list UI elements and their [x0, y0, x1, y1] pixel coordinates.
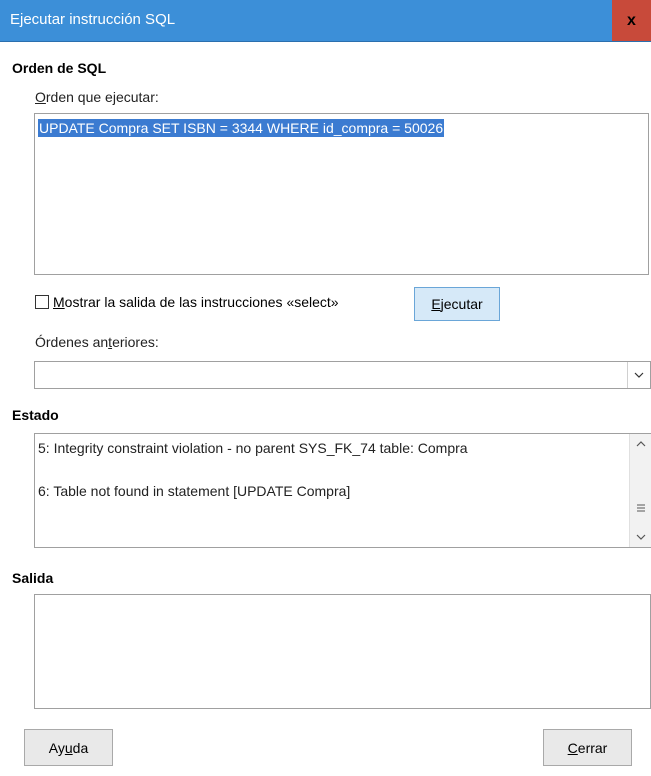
show-output-checkbox[interactable]: [35, 295, 49, 309]
status-section-heading: Estado: [12, 407, 59, 423]
status-log[interactable]: 5: Integrity constraint violation - no p…: [34, 433, 651, 548]
previous-commands-combo[interactable]: [34, 361, 651, 389]
window-title: Ejecutar instrucción SQL: [10, 11, 176, 28]
output-section-heading: Salida: [12, 570, 54, 586]
sql-command-textarea[interactable]: UPDATE Compra SET ISBN = 3344 WHERE id_c…: [34, 113, 649, 275]
status-line: 5: Integrity constraint violation - no p…: [38, 440, 468, 456]
sql-command-text: UPDATE Compra SET ISBN = 3344 WHERE id_c…: [38, 119, 445, 137]
command-label: Orden que ejecutar:: [35, 89, 159, 105]
show-output-label: Mostrar la salida de las instrucciones «…: [53, 294, 339, 310]
status-scrollbar[interactable]: [629, 434, 651, 547]
title-bar: Ejecutar instrucción SQL x: [0, 0, 651, 42]
close-window-button[interactable]: x: [612, 0, 651, 41]
sql-section-heading: Orden de SQL: [12, 60, 107, 76]
chevron-down-icon[interactable]: [627, 362, 650, 388]
help-button[interactable]: Ay u da: [24, 729, 113, 766]
previous-commands-label: Órdenes anteriores:: [35, 334, 159, 350]
grip-icon[interactable]: [630, 496, 651, 520]
show-output-option[interactable]: Mostrar la salida de las instrucciones «…: [35, 294, 339, 310]
chevron-down-icon[interactable]: [630, 527, 651, 547]
chevron-up-icon[interactable]: [630, 434, 651, 454]
status-line: 6: Table not found in statement [UPDATE …: [38, 483, 351, 499]
execute-button[interactable]: Ejecutar: [414, 287, 500, 321]
close-button[interactable]: Cerrar: [543, 729, 632, 766]
output-area[interactable]: [34, 594, 651, 709]
